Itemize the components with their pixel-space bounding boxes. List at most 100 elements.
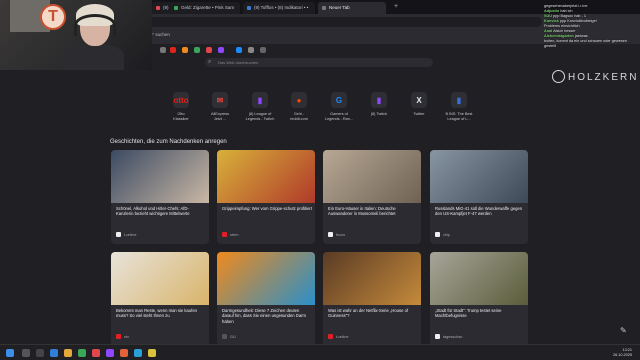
bookmark-icon[interactable] — [206, 47, 212, 53]
search-icon[interactable] — [22, 349, 30, 357]
news-card-title: Was ist wahr an der Netflix-Serie „House… — [328, 308, 409, 319]
news-card[interactable]: Grippeimpfung: Wer vom Grippe-schutz pro… — [217, 150, 315, 244]
news-card-title: Grippeimpfung: Wer vom Grippe-schutz pro… — [222, 206, 312, 211]
news-card-image — [217, 252, 315, 305]
news-card-title: Bekommt man Reste, wenn man sie kaufen m… — [116, 308, 197, 319]
shortcut-icon: ● — [291, 92, 307, 108]
publisher-logo-icon — [328, 232, 333, 237]
publisher-logo-icon — [328, 334, 333, 339]
shortcut-label: Geiri - reddit.com — [290, 112, 308, 121]
brand-logo-icon — [552, 70, 565, 83]
bookmark-icon[interactable] — [236, 47, 242, 53]
tab-favicon-icon — [247, 6, 251, 10]
news-card[interactable]: Russlands MiG-41 soll die Wunderwaffe ge… — [430, 150, 528, 244]
search-placeholder: Das Web durchsuchen — [218, 60, 259, 65]
news-card-image — [111, 150, 209, 203]
shortcut-label: Gamers of Legends - Ran... — [324, 112, 354, 121]
shortcut-tile[interactable]: ▮ B BIS: The Best League of L... — [441, 92, 477, 121]
app-icon[interactable] — [78, 349, 86, 357]
shortcut-tile[interactable]: ▮ (8) League of Legends - Twitch — [242, 92, 278, 121]
webcam-person-body — [64, 44, 124, 70]
app-icon[interactable] — [92, 349, 100, 357]
browser-tab[interactable]: Geld: Zigarette • Pink Sam — [170, 2, 240, 14]
bookmark-icon[interactable] — [194, 47, 200, 53]
edit-icon[interactable]: ✎ — [620, 326, 627, 335]
browser-icon[interactable] — [120, 349, 128, 357]
shortcut-tile[interactable]: X Twitter — [401, 92, 437, 117]
search-input[interactable]: ⌕ Das Web durchsuchen — [205, 58, 433, 67]
bookmark-icon[interactable] — [160, 47, 166, 53]
tab-favicon-icon — [156, 6, 160, 10]
shortcut-tile[interactable]: ● Geiri - reddit.com — [281, 92, 317, 121]
shortcut-tile[interactable]: otto Otto Klassiker — [163, 92, 199, 121]
taskbar: 13:21 26.10.2025 — [0, 344, 640, 360]
news-card-source: tagesschau — [435, 334, 462, 339]
news-card-source: chip — [435, 232, 450, 237]
bookmark-icon[interactable] — [260, 47, 266, 53]
shortcut-label: Twitter — [413, 112, 425, 116]
start-icon[interactable] — [6, 349, 14, 357]
news-card-source: focus — [328, 232, 345, 237]
shortcut-icon: X — [411, 92, 427, 108]
news-card-source: ntv — [116, 334, 129, 339]
news-card[interactable]: Darmgesundheit: Diese 7 Zeichen deuten d… — [217, 252, 315, 346]
shortcut-icon: ✉ — [212, 92, 228, 108]
browser-tab-active[interactable]: Neuer Tab — [318, 2, 386, 14]
task-view-icon[interactable] — [36, 349, 44, 357]
bookmark-icon[interactable] — [248, 47, 254, 53]
publisher-logo-icon — [435, 334, 440, 339]
shortcut-label: Otto Klassiker — [173, 112, 189, 121]
news-card-title: „Stadt für Stadt": Trump testet seine Ma… — [435, 308, 502, 319]
shortcut-tile[interactable]: ▮ (8) Twitch — [361, 92, 397, 117]
bookmark-icon[interactable] — [218, 47, 224, 53]
news-card-title: Russlands MiG-41 soll die Wunderwaffe ge… — [435, 206, 523, 217]
shortcut-label: B BIS: The Best League of L... — [445, 112, 473, 121]
news-card-source: stern — [222, 232, 238, 237]
news-card[interactable]: Was ist wahr an der Netflix-Serie „House… — [323, 252, 421, 346]
address-bar[interactable] — [140, 17, 542, 27]
publisher-logo-icon — [222, 232, 227, 237]
shortcut-icon: otto — [173, 92, 189, 108]
shortcut-icon: G — [331, 92, 347, 108]
shortcut-label: AliExpress Jetzt ... — [211, 112, 229, 121]
news-card-image — [217, 150, 315, 203]
folder-icon[interactable] — [64, 349, 72, 357]
bookmark-icon[interactable] — [182, 47, 188, 53]
tab-favicon-icon — [174, 6, 178, 10]
system-clock[interactable]: 13:21 26.10.2025 — [613, 348, 632, 358]
news-card[interactable]: Schönel, Alkohol und Hitler-Chefs: AfD-K… — [111, 150, 209, 244]
browser-tab[interactable]: (9) Tofflos • (8) Indikatori • • — [243, 2, 315, 14]
search-icon: ⌕ — [208, 59, 212, 65]
news-card-image — [430, 150, 528, 203]
shortcut-label: (8) League of Legends - Twitch — [245, 112, 275, 121]
brand-name: HOLZKERN — [568, 72, 639, 83]
shortcut-tile[interactable]: G Gamers of Legends - Ran... — [321, 92, 357, 121]
shortcut-icon: ▮ — [371, 92, 387, 108]
publisher-logo-icon — [222, 334, 227, 339]
app-icon[interactable] — [148, 349, 156, 357]
app-icon[interactable] — [106, 349, 114, 357]
section-title: Geschichten, die zum Nachdenken anregen — [110, 139, 227, 145]
news-card-source: GU — [222, 334, 236, 339]
shortcut-label: (8) Twitch — [370, 112, 388, 116]
shortcut-icon: ▮ — [451, 92, 467, 108]
bookmark-icon[interactable] — [170, 47, 176, 53]
news-card[interactable]: „Stadt für Stadt": Trump testet seine Ma… — [430, 252, 528, 346]
publisher-logo-icon — [116, 232, 121, 237]
chat-message: gestellt — [544, 44, 557, 48]
news-card[interactable]: Ein Euro-Häuser in Italien: Deutsche Aus… — [323, 150, 421, 244]
shortcut-tile[interactable]: ✉ AliExpress Jetzt ... — [202, 92, 238, 121]
news-card[interactable]: Bekommt man Reste, wenn man sie kaufen m… — [111, 252, 209, 346]
news-card-source: t-online — [116, 232, 136, 237]
new-tab-button[interactable]: + — [394, 3, 398, 10]
app-icon[interactable] — [134, 349, 142, 357]
headset-icon — [74, 14, 116, 36]
news-card-image — [323, 150, 421, 203]
news-card-title: Schönel, Alkohol und Hitler-Chefs: AfD-K… — [116, 206, 190, 217]
app-icon[interactable] — [50, 349, 58, 357]
news-card-source: t-online — [328, 334, 348, 339]
news-card-title: Darmgesundheit: Diese 7 Zeichen deuten d… — [222, 308, 307, 324]
streamer-logo: T — [40, 4, 66, 30]
publisher-logo-icon — [116, 334, 121, 339]
tab-favicon-icon — [322, 6, 326, 10]
